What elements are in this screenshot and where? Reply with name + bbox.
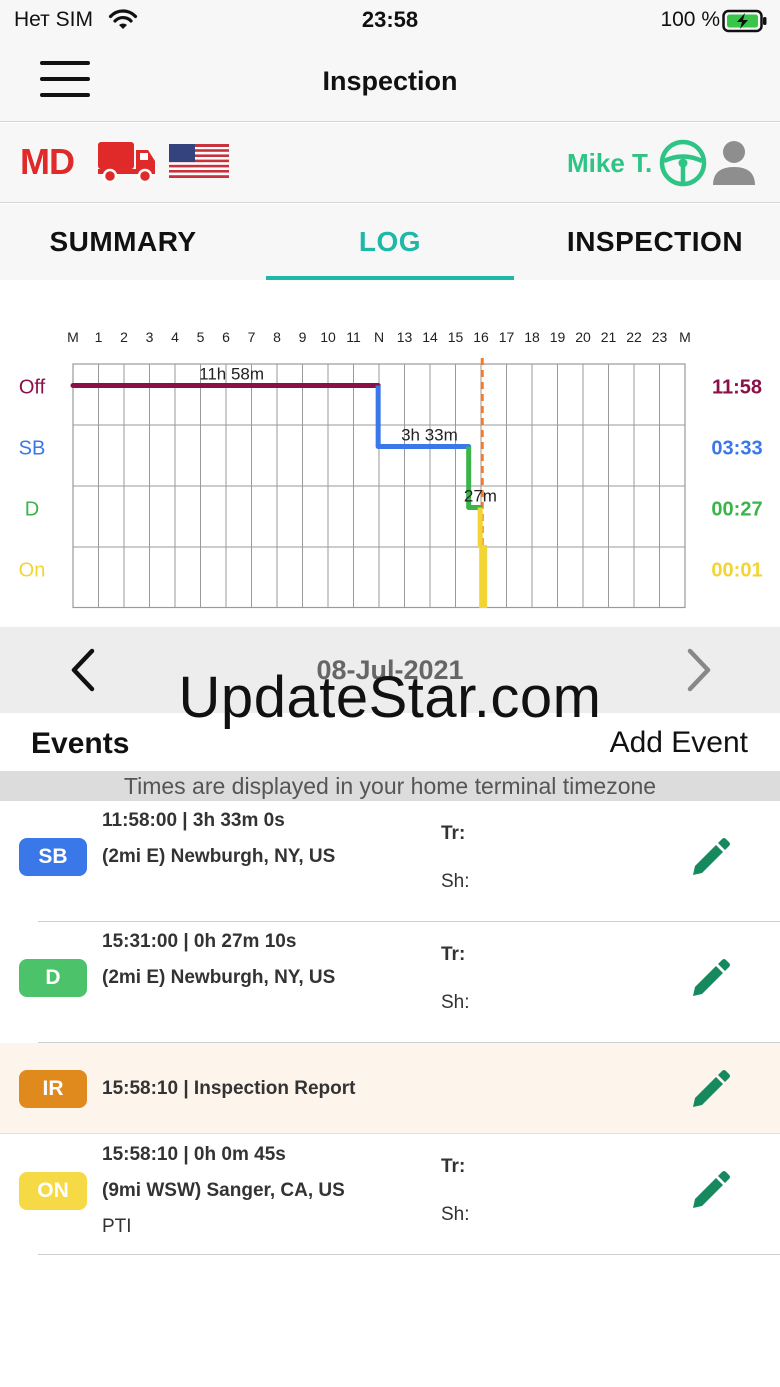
steering-wheel-icon <box>659 139 707 192</box>
row-label: SB <box>19 438 46 460</box>
us-flag-icon <box>169 144 229 183</box>
timezone-note: Times are displayed in your home termina… <box>0 771 780 801</box>
event-trailer: Tr: <box>441 944 466 965</box>
hour-tick-label: 20 <box>575 329 591 345</box>
segment-duration-label: 3h 33m <box>401 426 458 445</box>
truck-icon <box>96 139 158 190</box>
hour-tick-label: 7 <box>248 329 256 345</box>
row-total: 00:27 <box>711 499 762 521</box>
add-event-button[interactable]: Add Event <box>610 726 748 760</box>
row-total: 03:33 <box>711 438 762 460</box>
event-shipping: Sh: <box>441 992 470 1013</box>
event-row[interactable]: ON 15:58:10 | 0h 0m 45s (9mi WSW) Sanger… <box>0 1134 780 1255</box>
event-shipping: Sh: <box>441 871 470 892</box>
watermark: UpdateStar.com <box>178 665 602 730</box>
pencil-edit-icon[interactable] <box>689 956 733 1005</box>
nav-bar: Inspection <box>0 42 780 122</box>
segment-on <box>479 545 488 608</box>
event-row[interactable]: D 15:31:00 | 0h 27m 10s (2mi E) Newburgh… <box>0 922 780 1043</box>
pencil-edit-icon[interactable] <box>689 1067 733 1116</box>
driver-status-row: MD Mike T. <box>0 123 780 203</box>
status-badge: SB <box>19 838 87 876</box>
event-time: 15:31:00 | 0h 27m 10s <box>102 931 297 952</box>
hour-tick-label: 14 <box>422 329 438 345</box>
hour-tick-label: M <box>679 329 691 345</box>
hour-tick-label: N <box>374 329 384 345</box>
tab-inspection[interactable]: INSPECTION <box>530 204 780 280</box>
status-badge: D <box>19 959 87 997</box>
row-total: 00:01 <box>711 560 762 582</box>
hour-tick-label: 11 <box>346 329 361 345</box>
event-trailer: Tr: <box>441 823 466 844</box>
user-icon[interactable] <box>712 139 756 192</box>
hour-tick-label: 17 <box>499 329 515 345</box>
event-location: (2mi E) Newburgh, NY, US <box>102 846 336 867</box>
tab-summary[interactable]: SUMMARY <box>0 204 246 280</box>
battery-charging-icon <box>722 9 768 38</box>
event-time: 15:58:10 | 0h 0m 45s <box>102 1144 286 1165</box>
row-total: 11:58 <box>712 377 762 399</box>
hour-tick-label: M <box>67 329 79 345</box>
pencil-edit-icon[interactable] <box>689 835 733 884</box>
hour-tick-label: 16 <box>473 329 489 345</box>
battery-percent: 100 % <box>660 8 720 31</box>
event-row-inspection-report[interactable]: IR 15:58:10 | Inspection Report <box>0 1043 780 1134</box>
status-badge: IR <box>19 1070 87 1108</box>
event-time: 11:58:00 | 3h 33m 0s <box>102 810 285 831</box>
status-bar: Нет SIM 23:58 100 % <box>0 0 780 42</box>
hour-tick-label: 8 <box>273 329 281 345</box>
status-badge: ON <box>19 1172 87 1210</box>
page-title: Inspection <box>322 66 458 96</box>
event-location: (9mi WSW) Sanger, CA, US <box>102 1180 345 1201</box>
tab-log[interactable]: LOG <box>266 204 514 280</box>
tab-bar: SUMMARY LOG INSPECTION <box>0 204 780 280</box>
duty-code: MD <box>20 141 75 182</box>
row-divider <box>38 1254 780 1255</box>
hour-tick-label: 15 <box>448 329 464 345</box>
hour-tick-label: 19 <box>550 329 566 345</box>
event-shipping: Sh: <box>441 1204 470 1225</box>
hour-tick-label: 1 <box>95 329 103 345</box>
hour-tick-label: 23 <box>652 329 668 345</box>
row-label: D <box>25 499 39 521</box>
row-label: On <box>19 560 46 582</box>
hos-log-chart: M 1 2 3 4 5 6 7 8 9 10 11 N 13 14 15 16 17 18 19 20 21 22 23 M Of… <box>0 280 780 626</box>
event-time: 15:58:10 | Inspection Report <box>102 1078 356 1099</box>
hour-tick-label: 18 <box>524 329 540 345</box>
log-grid-svg: M 1 2 3 4 5 6 7 8 9 10 11 N 13 14 15 16 17 18 19 20 21 22 23 MOf… <box>19 329 763 609</box>
hour-tick-label: 22 <box>626 329 642 345</box>
event-trailer: Tr: <box>441 1156 466 1177</box>
hour-tick-label: 10 <box>320 329 336 345</box>
hour-tick-label: 2 <box>120 329 128 345</box>
row-label: Off <box>19 377 46 399</box>
hour-tick-label: 3 <box>146 329 154 345</box>
event-row[interactable]: SB 11:58:00 | 3h 33m 0s (2mi E) Newburgh… <box>0 801 780 922</box>
event-location: (2mi E) Newburgh, NY, US <box>102 967 336 988</box>
event-note: PTI <box>102 1216 132 1237</box>
hour-tick-label: 6 <box>222 329 230 345</box>
hour-tick-label: 13 <box>397 329 413 345</box>
hour-tick-label: 5 <box>197 329 205 345</box>
hour-tick-label: 4 <box>171 329 179 345</box>
segment-duration-label: 27m <box>464 487 497 506</box>
pencil-edit-icon[interactable] <box>689 1168 733 1217</box>
driver-name[interactable]: Mike T. <box>567 148 652 179</box>
hour-tick-label: 9 <box>299 329 307 345</box>
hour-tick-label: 21 <box>601 329 617 345</box>
events-title: Events <box>31 727 130 760</box>
segment-duration-label: 11h 58m <box>199 365 264 384</box>
